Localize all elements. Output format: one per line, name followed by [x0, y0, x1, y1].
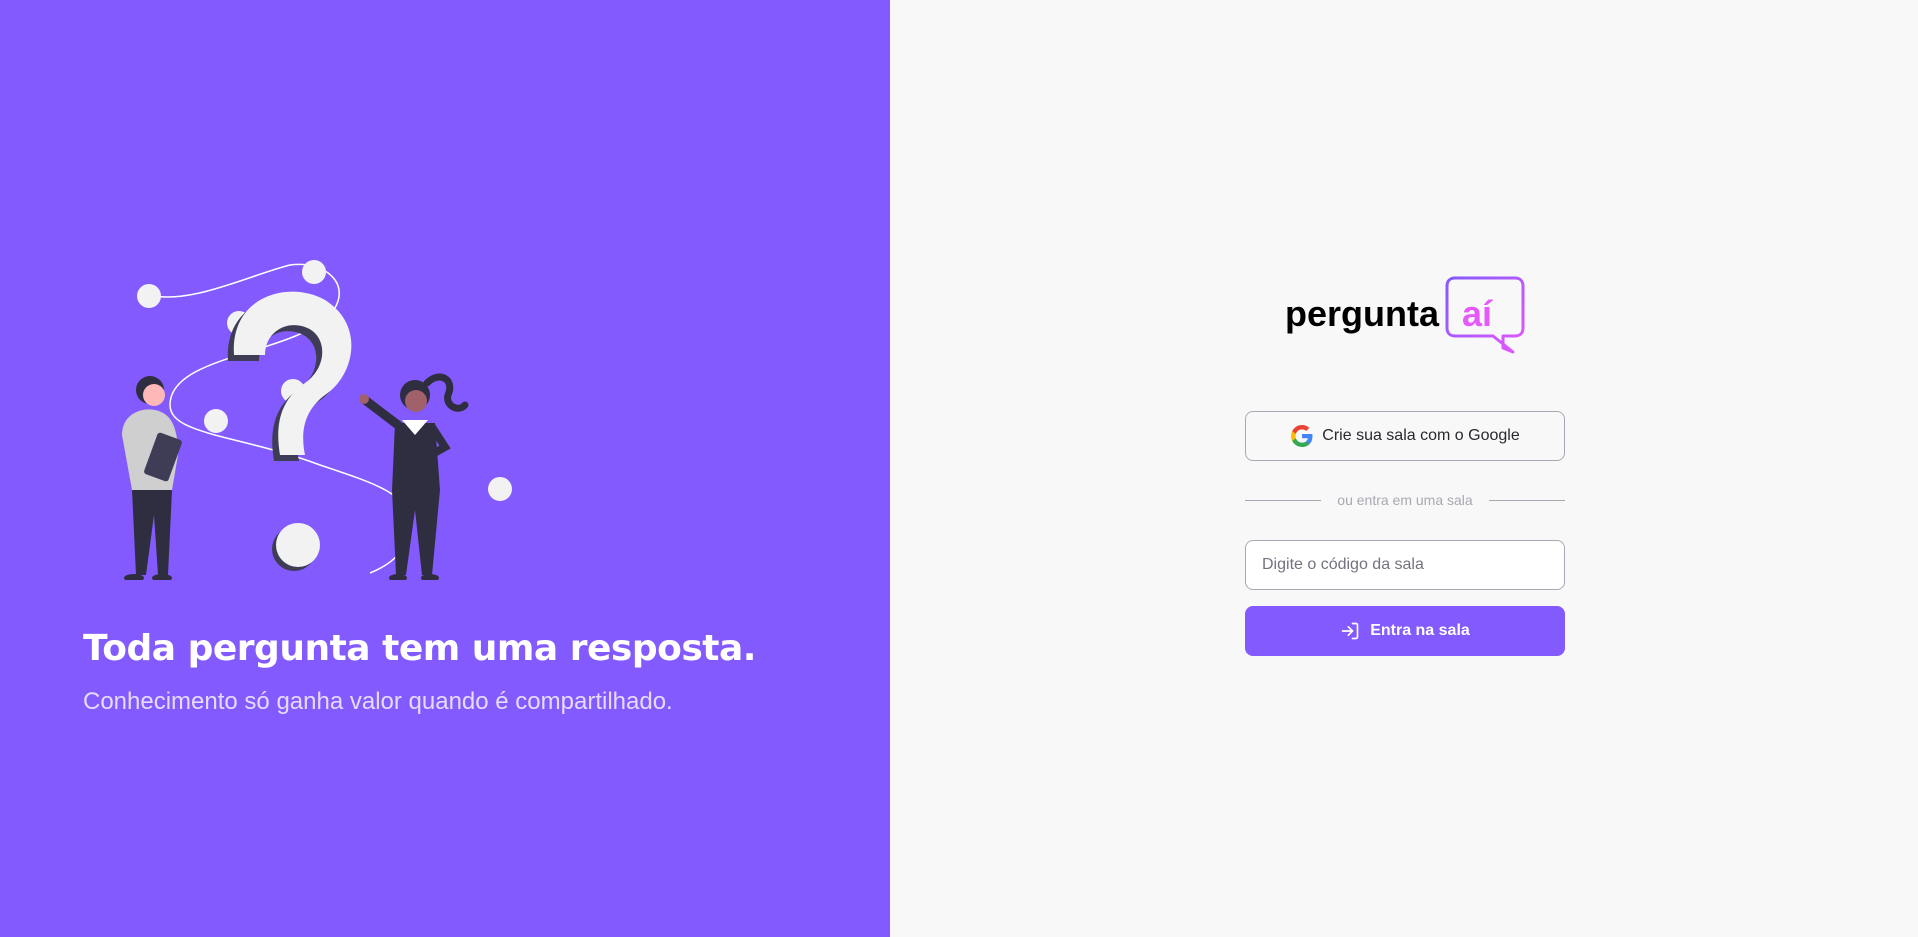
hero-headline: Toda pergunta tem uma resposta. [83, 628, 756, 669]
separator-text: ou entra em uma sala [1337, 492, 1473, 508]
logo-word: pergunta [1284, 293, 1439, 334]
room-code-input[interactable] [1245, 540, 1565, 590]
separator: ou entra em uma sala [1245, 492, 1565, 508]
main-panel: pergunta aí Crie sua sala com o Google o… [890, 0, 1918, 937]
separator-line-left [1245, 499, 1322, 501]
enter-room-button[interactable]: Entra na sala [1245, 606, 1565, 656]
log-in-icon [1341, 622, 1359, 640]
question-mark-people-illustration [122, 260, 512, 580]
enter-button-label: Entra na sala [1370, 622, 1470, 639]
google-button-label: Crie sua sala com o Google [1322, 427, 1520, 444]
speech-bubble-icon: aí [1445, 276, 1525, 356]
login-form: pergunta aí Crie sua sala com o Google o… [1245, 276, 1565, 656]
create-room-google-button[interactable]: Crie sua sala com o Google [1245, 411, 1565, 461]
hero-subline: Conhecimento só ganha valor quando é com… [83, 688, 673, 715]
logo-accent: aí [1462, 293, 1493, 334]
app-logo: pergunta aí [1285, 276, 1525, 356]
aside-panel: Toda pergunta tem uma resposta. Conhecim… [0, 0, 890, 937]
separator-line-right [1488, 499, 1565, 501]
google-icon [1291, 425, 1313, 447]
